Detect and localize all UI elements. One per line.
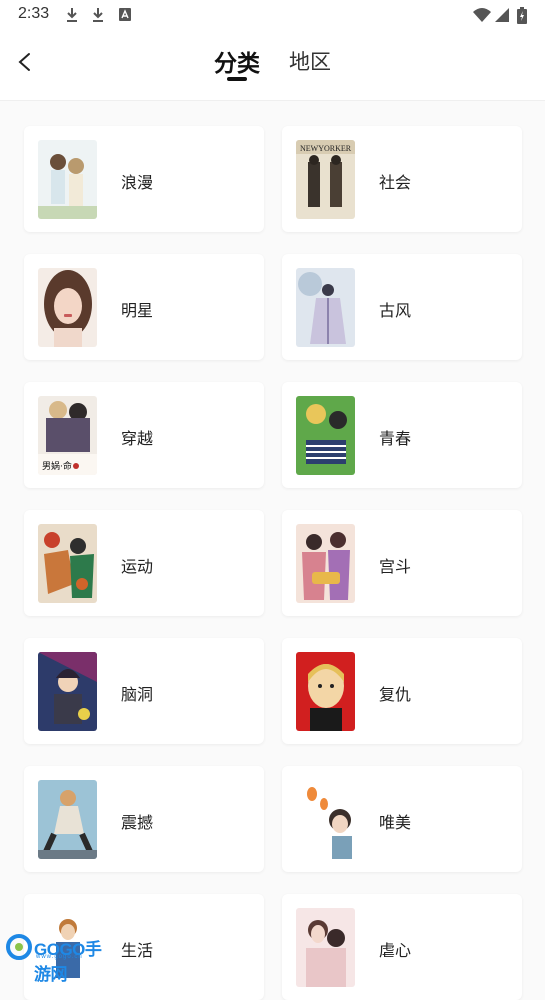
category-card-ancient-style[interactable]: 古风 [282, 254, 522, 360]
category-thumbnail [38, 268, 97, 347]
watermark-subtext: www.gogo.cn [36, 954, 83, 960]
header: 分类 地区 [0, 30, 545, 101]
category-card-revenge[interactable]: 复仇 [282, 638, 522, 744]
category-card-romance[interactable]: 浪漫 [24, 126, 264, 232]
category-grid: 浪漫 NEWYORKER 社会 明星 古风 男娲·命 穿越 青春 运动 宫斗 脑… [24, 126, 522, 1000]
category-label: 复仇 [379, 685, 412, 704]
category-card-aesthetic[interactable]: 唯美 [282, 766, 522, 872]
category-label: 社会 [379, 173, 412, 192]
category-card-celebrity[interactable]: 明星 [24, 254, 264, 360]
category-thumbnail [38, 652, 97, 731]
category-label: 古风 [379, 301, 412, 320]
category-label: 浪漫 [121, 173, 154, 192]
download-icon [93, 8, 103, 22]
svg-text:男娲·命: 男娲·命 [42, 460, 72, 472]
wifi-icon [473, 8, 491, 22]
category-thumbnail: 男娲·命 [38, 396, 97, 475]
tab-category[interactable]: 分类 [214, 44, 260, 78]
category-card-heartbreak[interactable]: 虐心 [282, 894, 522, 1000]
category-thumbnail [296, 652, 355, 731]
category-card-society[interactable]: NEWYORKER 社会 [282, 126, 522, 232]
category-thumbnail [296, 908, 355, 987]
tab-region[interactable]: 地区 [289, 46, 331, 76]
category-card-time-travel[interactable]: 男娲·命 穿越 [24, 382, 264, 488]
category-label: 明星 [121, 301, 154, 320]
category-thumbnail [296, 268, 355, 347]
watermark-logo: GOGO手游网 www.gogo.cn [6, 932, 116, 984]
signal-icon [495, 8, 509, 22]
category-thumbnail [296, 524, 355, 603]
category-label: 青春 [379, 429, 412, 448]
battery-charging-icon [517, 7, 527, 24]
category-label: 宫斗 [379, 557, 412, 576]
category-card-sports[interactable]: 运动 [24, 510, 264, 616]
category-label: 脑洞 [121, 685, 154, 704]
status-time: 2:33 [18, 5, 50, 22]
category-thumbnail [296, 780, 355, 859]
category-thumbnail [38, 524, 97, 603]
category-thumbnail [38, 140, 97, 219]
category-label: 虐心 [379, 941, 412, 960]
category-label: 生活 [121, 941, 154, 960]
category-label: 运动 [121, 557, 154, 576]
category-thumbnail [296, 396, 355, 475]
category-label: 穿越 [121, 429, 154, 448]
gogo-logo-icon [6, 934, 32, 960]
category-card-imagination[interactable]: 脑洞 [24, 638, 264, 744]
category-thumbnail [38, 780, 97, 859]
category-label: 唯美 [379, 813, 412, 832]
chevron-left-icon [18, 53, 30, 71]
download-icon [67, 8, 77, 22]
svg-text:NEWYORKER: NEWYORKER [300, 144, 352, 153]
tab-active-indicator [227, 77, 247, 81]
watermark-text: GOGO手游网 [34, 940, 102, 984]
category-thumbnail: NEWYORKER [296, 140, 355, 219]
back-button[interactable] [10, 46, 42, 78]
category-card-shocking[interactable]: 震撼 [24, 766, 264, 872]
font-a-icon [119, 8, 131, 21]
category-card-palace[interactable]: 宫斗 [282, 510, 522, 616]
status-bar: 2:33 [0, 0, 545, 30]
category-card-youth[interactable]: 青春 [282, 382, 522, 488]
category-label: 震撼 [121, 813, 154, 832]
